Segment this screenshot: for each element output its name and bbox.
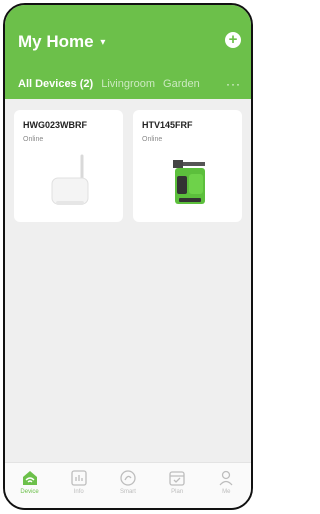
nav-smart[interactable]: Smart: [108, 469, 148, 495]
device-status: Online: [142, 136, 163, 143]
device-grid: HWG023WBRF Online HTV145FRF Online: [14, 110, 242, 222]
device-card[interactable]: HTV145FRF Online: [133, 110, 242, 222]
header: My Home ▾ + All Devices (2) Livingroom G…: [5, 5, 251, 99]
home-title: My Home: [18, 32, 94, 51]
tab-garden[interactable]: Garden: [163, 78, 200, 90]
nav-label: Device: [20, 489, 39, 495]
room-tabs: All Devices (2) Livingroom Garden ···: [18, 76, 241, 92]
water-timer-device-icon: [173, 160, 205, 204]
home-wifi-icon: [22, 471, 37, 485]
tab-livingroom[interactable]: Livingroom: [101, 78, 155, 90]
bottom-navigation: Device Info Smart Plan Me: [5, 462, 251, 508]
smart-swirl-icon: [120, 470, 136, 486]
calendar-check-icon: [169, 471, 185, 486]
nav-me[interactable]: Me: [206, 469, 246, 495]
nav-label: Plan: [171, 489, 184, 495]
device-card[interactable]: HWG023WBRF Online: [14, 110, 123, 222]
nav-label: Smart: [119, 489, 136, 495]
device-name: HTV145FRF: [142, 120, 193, 130]
chevron-down-icon: ▾: [100, 37, 106, 49]
add-device-button[interactable]: +: [225, 32, 241, 48]
phone-frame: My Home ▾ + All Devices (2) Livingroom G…: [3, 3, 253, 510]
more-icon[interactable]: ···: [226, 77, 241, 91]
person-icon: [219, 470, 233, 486]
nav-label: Info: [73, 489, 84, 495]
tab-all-devices[interactable]: All Devices (2): [18, 78, 93, 90]
nav-device[interactable]: Device: [10, 469, 50, 495]
nav-plan[interactable]: Plan: [157, 469, 197, 495]
nav-label: Me: [222, 489, 231, 495]
device-status: Online: [23, 136, 44, 143]
home-selector[interactable]: My Home ▾: [18, 32, 105, 52]
nav-info[interactable]: Info: [59, 469, 99, 495]
gateway-device-icon: [51, 154, 89, 205]
info-chart-icon: [71, 470, 87, 486]
device-name: HWG023WBRF: [23, 120, 88, 130]
